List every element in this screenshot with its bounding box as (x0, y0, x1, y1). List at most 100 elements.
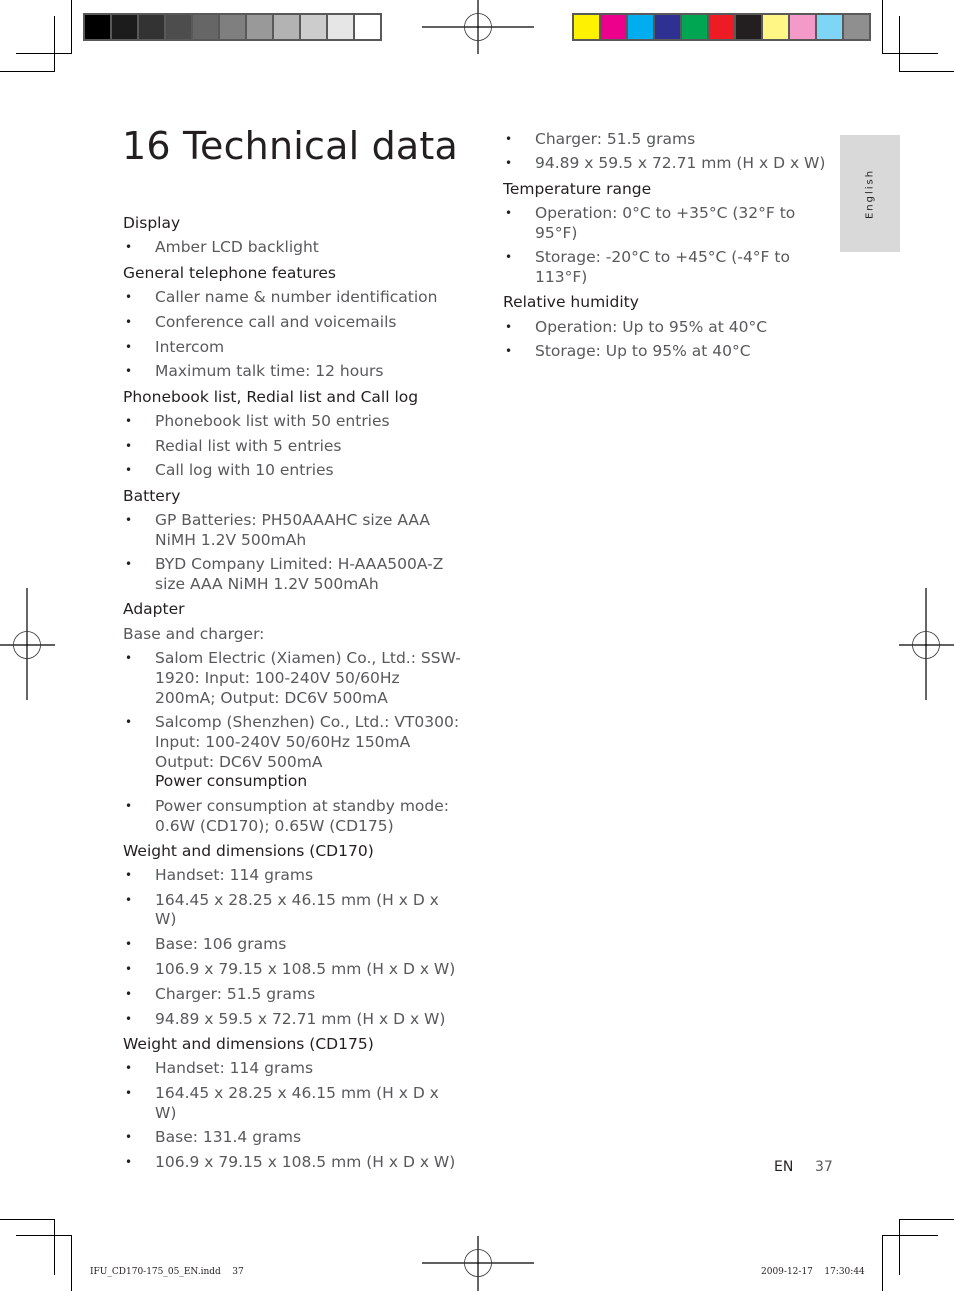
bullet-icon: • (125, 463, 133, 478)
list-item-text: Charger: 51.5 grams (535, 129, 696, 148)
section-heading-battery: Battery (123, 486, 181, 505)
list-item-text: Amber LCD backlight (155, 238, 319, 257)
crop-mark (899, 71, 954, 72)
footer-language: EN (774, 1159, 794, 1175)
list-item: • 94.89 x 59.5 x 72.71 mm (H x D x W) (123, 1007, 463, 1032)
list-item: • 164.45 x 28.25 x 46.15 mm (H x D x W) (123, 888, 463, 932)
bullet-icon: • (505, 344, 513, 359)
list-item: • GP Batteries: PH50AAAHC size AAA NiMH 1… (123, 508, 463, 552)
crop-mark (0, 1219, 55, 1220)
bullet-icon: • (125, 413, 133, 428)
bullet-icon: • (125, 937, 133, 952)
list-item-text: 106.9 x 79.15 x 108.5 mm (H x D x W) (155, 960, 456, 979)
slug-page: 37 (232, 1267, 244, 1277)
list-item-text: Storage: -20°C to +45°C (-4°F to 113°F) (535, 248, 790, 286)
list-item: • Handset: 114 grams (123, 863, 463, 888)
list-item: • Base: 131.4 grams (123, 1126, 463, 1151)
cd175-list: • Handset: 114 grams • 164.45 x 28.25 x 46.… (123, 1057, 463, 1176)
list-item: • Storage: Up to 95% at 40°C (503, 340, 833, 365)
color-swatch (112, 15, 137, 39)
list-item-text: Call log with 10 entries (155, 461, 334, 480)
cd175-continued-list: • Charger: 51.5 grams • 94.89 x 59.5 x 72.7… (503, 127, 833, 177)
crop-mark (16, 53, 72, 54)
list-item-text: Salom Electric (Xiamen) Co., Ltd.: SSW-1… (155, 649, 461, 707)
list-item-text: Operation: 0°C to +35°C (32°F to 95°F) (535, 203, 796, 242)
list-item-text: GP Batteries: PH50AAAHC size AAA NiMH 1.… (155, 511, 431, 549)
crop-mark (0, 71, 55, 72)
crop-mark (71, 1235, 72, 1291)
list-item: • Phonebook list with 50 entries (123, 409, 463, 434)
color-swatch (139, 15, 164, 39)
list-item: • 106.9 x 79.15 x 108.5 mm (H x D x W) (123, 957, 463, 982)
battery-list: • GP Batteries: PH50AAAHC size AAA NiMH 1… (123, 508, 463, 597)
color-swatch (574, 15, 599, 39)
bullet-icon: • (125, 339, 133, 354)
registration-mark-bottom (422, 1236, 534, 1291)
list-item: • Conference call and voicemails (123, 310, 463, 335)
crop-mark (899, 16, 900, 72)
list-item: • Caller name & number identification (123, 285, 463, 310)
list-item-text: Salcomp (Shenzhen) Co., Ltd.: VT0300: In… (155, 713, 460, 771)
slug-timestamp: 2009-12-17 17:30:44 (761, 1267, 865, 1277)
list-item-text: Redial list with 5 entries (155, 436, 342, 455)
slug-file: IFU_CD170-175_05_EN.indd 37 (90, 1267, 244, 1277)
color-swatch (628, 15, 653, 39)
list-item-text: Caller name & number identification (155, 287, 438, 306)
list-item: • BYD Company Limited: H-AAA500A-Z size A… (123, 553, 463, 597)
bullet-icon: • (505, 131, 513, 146)
registration-mark-right (899, 588, 954, 700)
color-swatch (355, 15, 380, 39)
language-tab: English (840, 135, 900, 252)
list-item: • Power consumption at standby mode: 0.6W… (123, 794, 463, 838)
adapter-list: • Salom Electric (Xiamen) Co., Ltd.: SSW-… (123, 647, 463, 795)
section-heading-temperature: Temperature range (503, 179, 652, 198)
slug-time: 17:30:44 (824, 1267, 865, 1277)
list-item: • Operation: Up to 95% at 40°C (503, 315, 833, 340)
list-item: • Storage: -20°C to +45°C (-4°F to 113°F) (503, 246, 833, 290)
list-item-text: 94.89 x 59.5 x 72.71 mm (H x D x W) (155, 1009, 446, 1028)
list-item-text: 106.9 x 79.15 x 108.5 mm (H x D x W) (155, 1153, 456, 1172)
list-item-text: Storage: Up to 95% at 40°C (535, 342, 751, 361)
color-swatch (328, 15, 353, 39)
list-item-text: Charger: 51.5 grams (155, 984, 316, 1003)
color-swatch (844, 15, 869, 39)
bullet-icon: • (125, 240, 133, 255)
crop-mark (882, 0, 883, 54)
color-swatch (709, 15, 734, 39)
bullet-icon: • (125, 892, 133, 907)
slug-filename: IFU_CD170-175_05_EN.indd (90, 1267, 221, 1277)
general-features-list: • Caller name & number identification • Con… (123, 285, 463, 384)
section-heading-cd175: Weight and dimensions (CD175) (123, 1034, 374, 1053)
list-item: • Maximum talk time: 12 hours (123, 360, 463, 385)
bullet-icon: • (125, 513, 133, 528)
bullet-icon: • (125, 314, 133, 329)
list-item-text: Conference call and voicemails (155, 312, 397, 331)
list-item: • 94.89 x 59.5 x 72.71 mm (H x D x W) (503, 152, 833, 177)
color-swatch (601, 15, 626, 39)
list-item-text: Maximum talk time: 12 hours (155, 362, 384, 381)
bullet-icon: • (125, 715, 133, 730)
language-tab-label: English (864, 168, 876, 219)
list-item-text: Base: 131.4 grams (155, 1128, 302, 1147)
display-list: • Amber LCD backlight (123, 236, 463, 261)
list-item: • Amber LCD backlight (123, 236, 463, 261)
list-item: • Charger: 51.5 grams (503, 127, 833, 152)
list-item-text: Operation: Up to 95% at 40°C (535, 317, 768, 336)
power-list: • Power consumption at standby mode: 0.6W… (123, 794, 463, 838)
bullet-icon: • (125, 798, 133, 813)
crop-mark (899, 1219, 954, 1220)
bullet-icon: • (505, 156, 513, 171)
page-title: 16 Technical data (122, 124, 458, 168)
list-item: • Salcomp (Shenzhen) Co., Ltd.: VT0300: I… (123, 711, 463, 795)
bullet-icon: • (125, 651, 133, 666)
registration-mark-left (0, 588, 55, 700)
crop-mark (882, 53, 938, 54)
bullet-icon: • (125, 868, 133, 883)
bullet-icon: • (125, 557, 133, 572)
page-number: 37 (815, 1159, 833, 1175)
list-item-text: 94.89 x 59.5 x 72.71 mm (H x D x W) (535, 154, 826, 173)
bullet-icon: • (125, 438, 133, 453)
list-item: • Handset: 114 grams (123, 1057, 463, 1082)
color-swatch (166, 15, 191, 39)
bullet-icon: • (505, 250, 513, 265)
